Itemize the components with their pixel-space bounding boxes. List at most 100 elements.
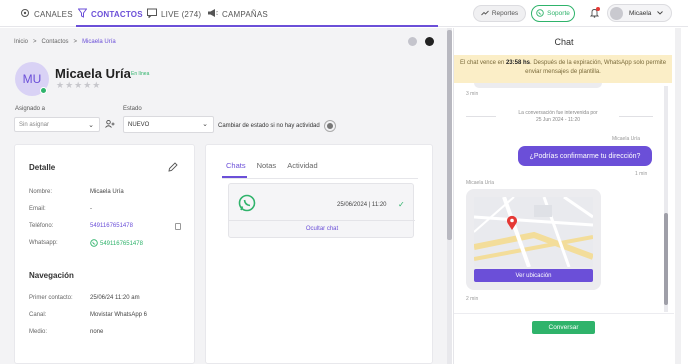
tab-divider <box>222 178 418 179</box>
conversar-button[interactable]: Conversar <box>532 321 595 334</box>
detail-value-phone[interactable]: 5491167651478 <box>90 223 133 229</box>
nav-value-medium: none <box>90 329 104 335</box>
chevron-down-icon: ⌄ <box>202 121 208 128</box>
whatsapp-number: 5491167651478 <box>100 241 143 247</box>
message-time: 1 min <box>635 171 648 177</box>
nav-value-first-contact: 25/06/24 11:20 am <box>90 295 140 301</box>
divider <box>466 116 496 117</box>
location-message: Ver ubicación <box>466 189 601 290</box>
toggle-icon <box>323 120 336 132</box>
state-value: NUEVO <box>128 121 150 128</box>
soporte-label: Soporte <box>547 10 570 17</box>
chevron-down-icon <box>657 10 664 17</box>
nav-contactos-label: CONTACTOS <box>91 9 143 19</box>
chevron-down-icon: ⌄ <box>88 122 94 129</box>
whatsapp-icon <box>238 194 256 214</box>
tab-actividad[interactable]: Actividad <box>287 161 317 170</box>
user-name: Micaela <box>629 9 652 17</box>
nav-campanas-label: CAMPAÑAS <box>222 9 268 19</box>
sender-name: Micaela Uría <box>466 180 495 186</box>
map-preview[interactable] <box>474 197 593 267</box>
assigned-label: Asignado a <box>15 106 46 112</box>
content-scrollbar-thumb[interactable] <box>447 30 452 240</box>
online-status-text: En línea <box>131 71 150 77</box>
nav-contactos[interactable]: CONTACTOS <box>77 8 143 20</box>
detail-value-whatsapp[interactable]: 5491167651478 <box>90 239 143 249</box>
breadcrumb-separator: > <box>33 39 37 45</box>
active-tab-indicator <box>76 25 438 27</box>
detail-value-name: Micaela Uría <box>90 189 124 195</box>
copy-icon[interactable] <box>175 223 181 230</box>
detail-label: Nombre: <box>29 189 53 195</box>
filter-icon <box>77 8 88 20</box>
sender-name: Micaela Uría <box>612 136 641 142</box>
hide-chat-link[interactable]: Ocultar chat <box>229 226 415 232</box>
assignee-placeholder: Sin asignar <box>19 121 50 128</box>
state-select[interactable]: NUEVO ⌄ <box>123 116 214 133</box>
nav-live[interactable]: LIVE (274) <box>147 8 201 20</box>
contact-name: Micaela Uría <box>55 66 131 81</box>
breadcrumb-inicio[interactable]: Inicio <box>14 39 28 45</box>
detail-label: Whatsapp: <box>29 240 58 246</box>
change-state-toggle[interactable]: Cambiar de estado si no hay actividad <box>218 120 336 132</box>
chat-messages: 3 min La conversación fue intervenida po… <box>454 83 664 313</box>
nav-campanas[interactable]: CAMPAÑAS <box>207 8 268 20</box>
intervention-notice: La conversación fue intervenida por 25 J… <box>499 110 617 124</box>
tab-chats[interactable]: Chats <box>226 161 246 170</box>
page-scrollbar[interactable] <box>675 28 681 364</box>
nav-canales-label: CANALES <box>34 9 73 19</box>
warning-text-pre: El chat vence en <box>459 60 506 66</box>
expiration-warning: El chat vence en 23:58 hs. Después de la… <box>454 55 672 83</box>
tabs: Chats Notas Actividad <box>226 161 318 170</box>
intervention-line-2: 25 Jun 2024 - 11:20 <box>535 117 581 123</box>
previous-message-bubble <box>474 83 602 88</box>
whatsapp-icon <box>90 239 98 249</box>
trend-icon <box>480 10 489 18</box>
nav-value-channel: Movistar WhatsApp 6 <box>90 312 148 318</box>
soporte-button[interactable]: Soporte <box>531 5 575 22</box>
edit-icon[interactable] <box>168 162 178 174</box>
notification-badge <box>596 7 600 11</box>
message-time: 2 min <box>466 296 479 302</box>
activity-card: Chats Notas Actividad 25/06/2024 | 11:20… <box>205 144 433 364</box>
megaphone-icon <box>207 8 218 20</box>
navegacion-title: Navegación <box>29 271 74 280</box>
assignee-select[interactable]: Sin asignar ⌄ <box>14 117 100 132</box>
reportes-button[interactable]: Reportes <box>473 5 526 22</box>
user-menu[interactable]: Micaela <box>607 4 672 22</box>
nav-label: Medio: <box>29 329 48 335</box>
check-icon: ✓ <box>398 200 405 209</box>
message-time: 3 min <box>466 91 479 97</box>
whatsapp-icon <box>536 8 544 19</box>
chat-icon <box>147 8 157 20</box>
rating-stars[interactable]: ★★★★★ <box>56 80 101 91</box>
detail-card: Detalle Nombre: Micaela Uría Email: - Te… <box>14 144 195 364</box>
prev-contact-button[interactable] <box>408 37 417 46</box>
nav-label: Canal: <box>29 312 47 318</box>
reportes-label: Reportes <box>491 10 519 17</box>
chat-history-item[interactable]: 25/06/2024 | 11:20 ✓ Ocultar chat <box>228 183 415 238</box>
tab-notas[interactable]: Notas <box>257 161 277 170</box>
chat-scrollbar-thumb[interactable] <box>664 213 668 305</box>
detail-label: Email: <box>29 206 46 212</box>
online-status-dot <box>40 87 47 94</box>
chat-footer: Conversar <box>454 313 674 364</box>
add-user-icon[interactable] <box>105 119 115 130</box>
state-label: Estado <box>123 106 142 112</box>
channels-icon <box>20 8 30 20</box>
change-state-label: Cambiar de estado si no hay actividad <box>218 123 320 129</box>
detail-value-email: - <box>90 206 92 212</box>
nav-label: Primer contacto: <box>29 295 73 301</box>
nav-canales[interactable]: CANALES <box>20 8 73 20</box>
breadcrumb-separator: > <box>73 39 78 45</box>
intervention-line-1: La conversación fue intervenida por <box>518 110 598 116</box>
avatar <box>610 6 623 20</box>
breadcrumb: Inicio > Contactos > Micaela Uría <box>14 39 116 45</box>
chat-item-date: 25/06/2024 | 11:20 <box>337 202 387 208</box>
divider <box>619 116 653 117</box>
breadcrumb-current: Micaela Uría <box>82 39 116 45</box>
view-location-button[interactable]: Ver ubicación <box>474 269 593 282</box>
next-contact-button[interactable] <box>425 37 434 46</box>
top-navigation-bar: CANALES CONTACTOS LIVE (274) CAMPAÑAS Re… <box>0 0 688 27</box>
breadcrumb-contactos[interactable]: Contactos <box>42 39 69 45</box>
